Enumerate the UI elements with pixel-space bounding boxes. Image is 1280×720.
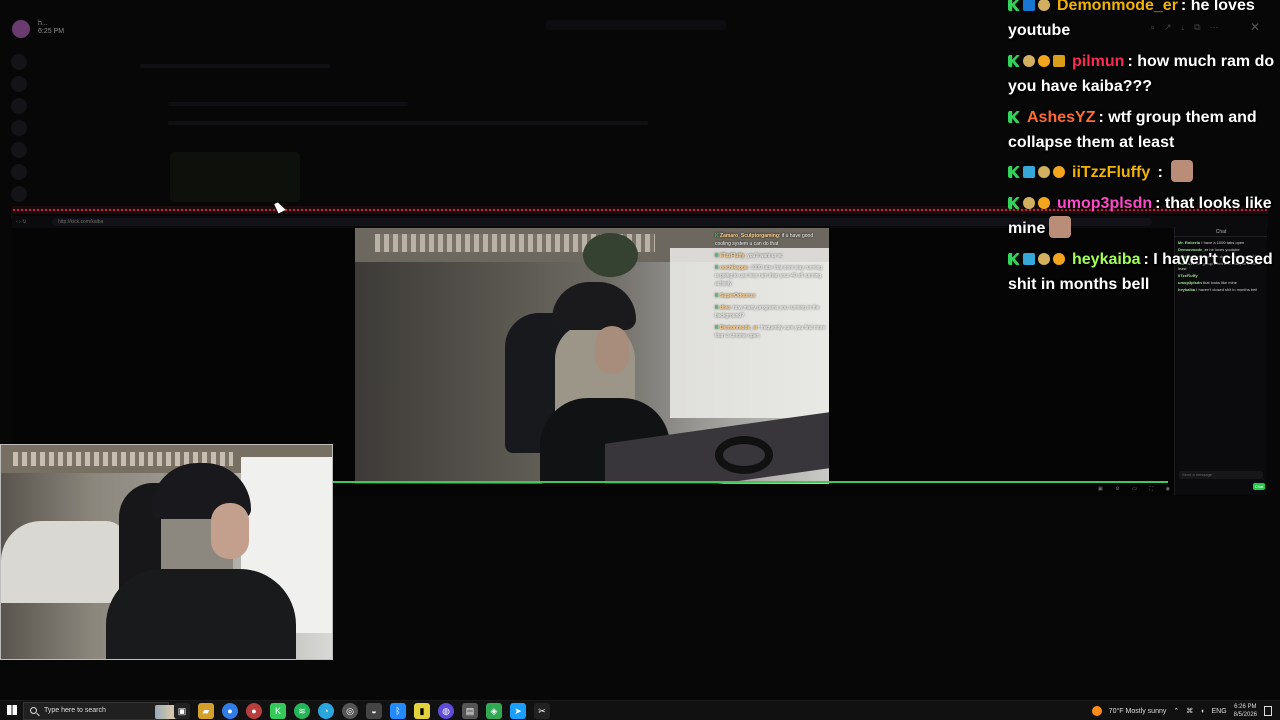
chat-message: Demonmode_er: he loves youtube xyxy=(1008,0,1280,43)
search-placeholder: Type here to search xyxy=(44,707,106,714)
weather-text: 70°F Mostly sunny xyxy=(1108,707,1167,715)
file-explorer-icon[interactable]: ▰ xyxy=(198,703,214,719)
user-badges xyxy=(1008,247,1068,272)
background-image xyxy=(170,152,300,202)
chat-message: AshesYZ: wtf group them and collapse the… xyxy=(1008,105,1280,155)
spotify-icon[interactable]: ≋ xyxy=(294,703,310,719)
weather-icon xyxy=(1091,706,1102,716)
kick-icon[interactable]: K xyxy=(270,703,286,719)
user-badges xyxy=(1008,105,1023,130)
chat-username: heykaiba xyxy=(1072,251,1141,268)
user-badges xyxy=(1008,191,1053,216)
app-icon[interactable]: ▤ xyxy=(462,703,478,719)
telegram-icon[interactable]: ➤ xyxy=(510,703,526,719)
discord-icon[interactable]: ◍ xyxy=(438,703,454,719)
emote-icon xyxy=(1171,160,1194,182)
chrome-alt-icon[interactable]: ◎ xyxy=(342,703,358,719)
user-info: h... 6:25 PM xyxy=(38,20,64,36)
player-controls[interactable]: ▣ ⚙ ▭ ⛶ ◉ xyxy=(1098,486,1170,492)
background-line xyxy=(140,64,330,68)
chat-username: umop3plsdn xyxy=(1057,195,1153,212)
stream-chat-line: K iiTzzFluffy: you'll want ur vc xyxy=(715,253,783,259)
bluetooth-icon[interactable]: ᛒ xyxy=(390,703,406,719)
navigation-icons[interactable]: ‹ › ↻ xyxy=(16,219,26,225)
taskbar: Type here to search ▣ ▰ ● ● K ≋ ◔ ◎ ◒ ᛒ … xyxy=(0,700,1280,720)
app-icon[interactable]: ◒ xyxy=(366,703,382,719)
chat-message: heykaiba: I haven't closed shit in month… xyxy=(1008,247,1280,297)
clock-time: 6:26 PM xyxy=(1234,704,1257,710)
chat-username: pilmun xyxy=(1072,53,1125,70)
taskbar-search[interactable]: Type here to search xyxy=(23,702,189,720)
chat-message: umop3plsdn: that looks like mine xyxy=(1008,191,1280,241)
face xyxy=(595,326,629,374)
taskbar-app-icons[interactable]: ▣ ▰ ● ● K ≋ ◔ ◎ ◒ ᛒ ▮ ◍ ▤ ◈ ➤ ✂ xyxy=(174,703,550,719)
stream-chat-line: K Zamaro_Sculptorgaming: if u have good … xyxy=(715,233,814,247)
stream-chat-overlay: K Zamaro_Sculptorgaming: if u have good … xyxy=(715,232,827,397)
webcam-blanket xyxy=(1,521,126,603)
main-stream-video[interactable]: K Zamaro_Sculptorgaming: if u have good … xyxy=(355,228,829,484)
background-toolbar xyxy=(546,20,726,30)
chat-send-button[interactable]: Chat xyxy=(1253,483,1265,490)
stream-chat-line: K oochikappa: 1000 tabs that dont stay r… xyxy=(715,265,823,287)
task-view-icon[interactable]: ▣ xyxy=(174,703,190,719)
clock-date: 8/5/2026 xyxy=(1233,712,1257,718)
user-time: 6:25 PM xyxy=(38,28,65,35)
chat-input[interactable]: Send a message xyxy=(1179,471,1263,479)
language-indicator[interactable]: ENG xyxy=(1211,708,1226,715)
webcam-face xyxy=(211,503,249,559)
chat-message: iiTzzFluffy : xyxy=(1008,160,1280,185)
search-icon xyxy=(30,707,37,714)
edge-icon[interactable]: ◔ xyxy=(318,703,334,719)
capcut-icon[interactable]: ✂ xyxy=(534,703,550,719)
plant xyxy=(583,233,638,277)
webcam-overlay xyxy=(0,444,333,660)
stream-chat-line: K SuperOdourus: xyxy=(715,293,757,299)
chat-message: pilmun: how much ram do you have kaiba??… xyxy=(1008,49,1280,99)
chrome-icon[interactable]: ● xyxy=(246,703,262,719)
large-chat-overlay: Demonmode_er: he loves youtube pilmun: h… xyxy=(1008,0,1280,300)
background-line xyxy=(168,102,408,106)
system-tray[interactable]: 70°F Mostly sunny ⌃ ⌘ ◖ ENG 6:26 PM 8/5/2… xyxy=(1091,702,1280,720)
emote-icon xyxy=(1049,216,1072,238)
clock[interactable]: 6:26 PM 8/5/2026 xyxy=(1234,703,1257,719)
chat-username: iiTzzFluffy xyxy=(1072,164,1151,181)
user-badges xyxy=(1008,160,1068,185)
stream-chat-line: K divo: how many programs you running in… xyxy=(715,305,820,319)
sticky-notes-icon[interactable]: ▮ xyxy=(414,703,430,719)
speaker-icon[interactable]: ◖ xyxy=(1200,708,1204,715)
progress-line xyxy=(333,481,1168,483)
user-badges xyxy=(1008,49,1068,74)
background-line xyxy=(168,121,648,125)
chat-username: AshesYZ xyxy=(1027,109,1096,126)
network-icon[interactable]: ⌘ xyxy=(1186,707,1193,715)
chat-username: Demonmode_er xyxy=(1057,0,1178,14)
webcam-body xyxy=(106,569,296,659)
user-badges xyxy=(1008,0,1053,18)
url-field[interactable]: http://kick.com/kaiba xyxy=(52,218,1152,226)
headphones xyxy=(715,436,773,474)
cap xyxy=(552,282,636,330)
obs-icon[interactable]: ◈ xyxy=(486,703,502,719)
user-name: h... xyxy=(38,20,48,27)
chevron-up-icon[interactable]: ⌃ xyxy=(1173,707,1179,715)
notification-icon[interactable] xyxy=(1264,706,1272,716)
browser-icon[interactable]: ● xyxy=(222,703,238,719)
windows-start-icon[interactable] xyxy=(7,705,17,715)
stream-chat-line: K Demonmode_er: frequently sure you find… xyxy=(715,325,826,339)
user-avatar[interactable] xyxy=(12,20,30,38)
